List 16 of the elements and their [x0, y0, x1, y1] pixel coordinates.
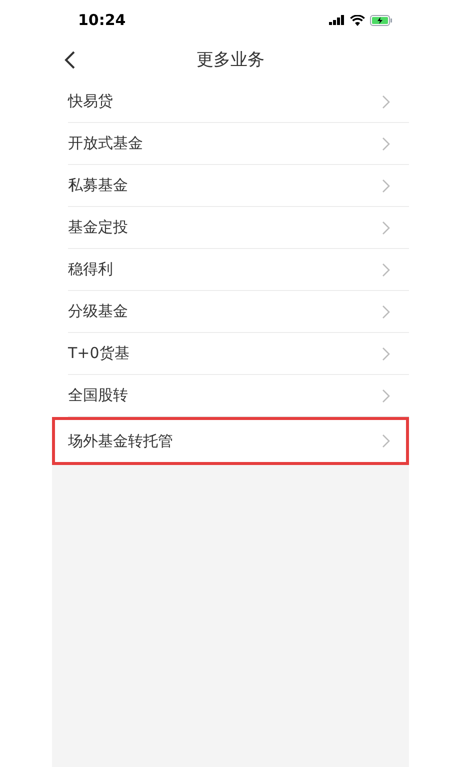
- chevron-right-icon: [382, 304, 390, 318]
- battery-icon: [370, 14, 392, 26]
- page-title: 更多业务: [196, 48, 264, 72]
- chevron-right-icon: [382, 136, 390, 150]
- chevron-right-icon: [382, 346, 390, 360]
- chevron-right-icon: [382, 262, 390, 276]
- chevron-right-icon: [382, 434, 390, 448]
- chevron-right-icon: [382, 94, 390, 108]
- back-icon: [64, 51, 76, 69]
- chevron-right-icon: [382, 220, 390, 234]
- list-item[interactable]: 场外基金转托管: [52, 417, 409, 465]
- status-time: 10:24: [78, 10, 126, 31]
- wifi-icon: [350, 14, 365, 26]
- signal-icon: [329, 15, 345, 25]
- chevron-right-icon: [382, 178, 390, 192]
- chevron-right-icon: [382, 388, 390, 402]
